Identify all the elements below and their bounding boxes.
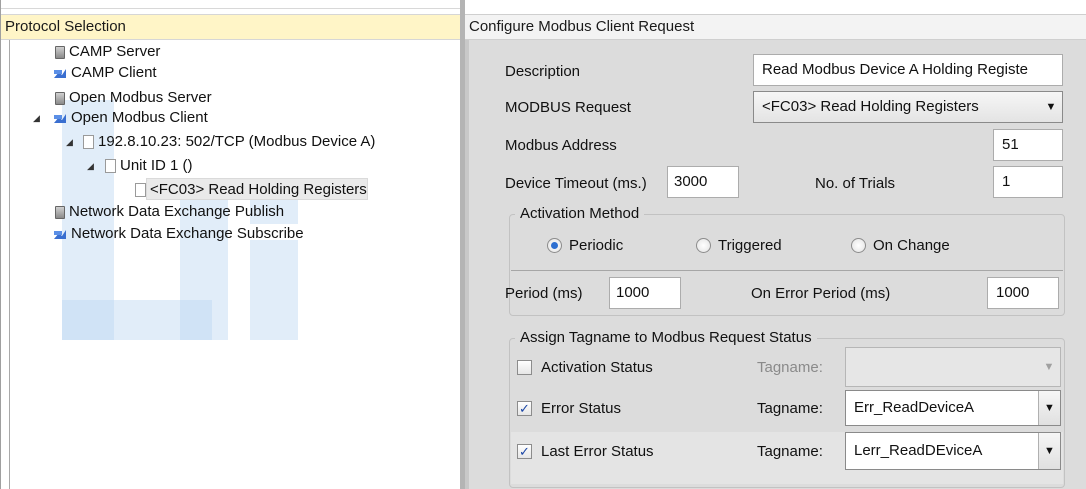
triggered-radio[interactable]: [696, 238, 711, 253]
server-icon: [55, 205, 65, 219]
on-error-period-input[interactable]: 1000: [987, 277, 1059, 309]
on-change-label[interactable]: On Change: [873, 236, 950, 256]
expand-arrow-icon[interactable]: ◢: [66, 132, 76, 152]
protocol-selection-pane: Protocol Selection CAMP Server CAMP Clie…: [0, 0, 460, 489]
tree-item-nde-publish[interactable]: Network Data Exchange Publish: [55, 202, 284, 222]
protocol-selection-header: Protocol Selection: [1, 14, 460, 40]
chevron-down-icon: ▼: [1038, 391, 1060, 425]
tree-item-open-modbus-client[interactable]: Open Modbus Client: [53, 108, 208, 128]
periodic-radio[interactable]: [547, 238, 562, 253]
activation-method-title: Activation Method: [515, 204, 645, 224]
last-error-status-label[interactable]: Last Error Status: [541, 442, 654, 462]
tree-item-label: Unit ID 1 (): [120, 157, 193, 174]
tree-item-fc03-read-holding-registers[interactable]: <FC03> Read Holding Registers: [135, 180, 367, 200]
activation-status-tagname-select: ▼: [845, 347, 1061, 387]
trials-input[interactable]: 1: [993, 166, 1063, 198]
tagname-label: Tagname:: [757, 359, 823, 376]
last-error-status-tagname-select[interactable]: Lerr_ReadDEviceA ▼: [845, 432, 1061, 470]
config-form: Description Read Modbus Device A Holding…: [465, 40, 1086, 489]
tree-item-label: Open Modbus Server: [69, 89, 212, 106]
document-icon: [83, 135, 94, 150]
configure-pane: Configure Modbus Client Request Descript…: [460, 0, 1086, 489]
tree-item-camp-client[interactable]: CAMP Client: [53, 63, 157, 83]
client-icon: [54, 114, 66, 124]
server-icon: [55, 45, 65, 59]
tree-item-label: CAMP Server: [69, 43, 161, 60]
periodic-label[interactable]: Periodic: [569, 236, 623, 256]
document-icon: [105, 159, 116, 174]
tree-item-label: Network Data Exchange Subscribe: [71, 225, 304, 242]
tree-item-unit-id[interactable]: Unit ID 1 (): [105, 156, 193, 176]
triggered-label[interactable]: Triggered: [718, 236, 782, 256]
tree-item-label: Network Data Exchange Publish: [69, 203, 285, 220]
last-error-status-tagname-value: Lerr_ReadDEviceA: [854, 442, 983, 459]
modbus-request-select[interactable]: <FC03> Read Holding Registers ▼: [753, 91, 1063, 123]
period-input[interactable]: 1000: [609, 277, 681, 309]
tree-item-label: Open Modbus Client: [71, 109, 208, 126]
device-timeout-input[interactable]: 3000: [667, 166, 739, 198]
activation-status-label[interactable]: Activation Status: [541, 358, 653, 378]
trials-label: No. of Trials: [815, 175, 896, 192]
tagname-label: Tagname:: [757, 400, 823, 417]
tree-item-open-modbus-server[interactable]: Open Modbus Server: [55, 88, 212, 108]
document-icon: [135, 183, 146, 198]
configure-header: Configure Modbus Client Request: [465, 14, 1086, 40]
error-status-checkbox[interactable]: ✓: [517, 401, 532, 416]
watermark-logo-col-3: [250, 240, 298, 340]
modbus-address-input[interactable]: 51: [993, 129, 1063, 161]
tree-item-label: <FC03> Read Holding Registers: [150, 181, 367, 198]
description-label: Description: [505, 63, 581, 80]
client-icon: [54, 230, 66, 240]
chevron-down-icon: ▼: [1038, 433, 1060, 469]
device-timeout-label: Device Timeout (ms.): [505, 175, 647, 192]
modbus-address-label: Modbus Address: [505, 137, 617, 154]
error-status-tagname-select[interactable]: Err_ReadDeviceA ▼: [845, 390, 1061, 426]
tree-item-nde-subscribe[interactable]: Network Data Exchange Subscribe: [53, 224, 304, 244]
chevron-down-icon: ▼: [1045, 101, 1057, 113]
top-strip: [465, 0, 1086, 14]
tree-item-camp-server[interactable]: CAMP Server: [55, 42, 160, 62]
description-input[interactable]: Read Modbus Device A Holding Registe: [753, 54, 1063, 86]
on-change-radio[interactable]: [851, 238, 866, 253]
client-icon: [54, 69, 66, 79]
tagname-label: Tagname:: [757, 443, 823, 460]
on-error-period-label: On Error Period (ms): [751, 285, 891, 302]
last-error-status-checkbox[interactable]: ✓: [517, 444, 532, 459]
tree-item-device-a[interactable]: 192.8.10.23: 502/TCP (Modbus Device A): [83, 132, 375, 152]
modbus-request-value: <FC03> Read Holding Registers: [762, 98, 979, 115]
error-status-tagname-value: Err_ReadDeviceA: [854, 399, 975, 416]
tree-item-label: 192.8.10.23: 502/TCP (Modbus Device A): [98, 133, 376, 150]
error-status-label[interactable]: Error Status: [541, 399, 621, 419]
expand-arrow-icon[interactable]: ◢: [33, 108, 43, 128]
expand-arrow-icon[interactable]: ◢: [87, 156, 97, 176]
period-label: Period (ms): [505, 285, 583, 302]
chevron-down-icon: ▼: [1043, 361, 1055, 373]
assign-tagname-title: Assign Tagname to Modbus Request Status: [515, 328, 817, 348]
server-icon: [55, 91, 65, 105]
activation-status-checkbox[interactable]: [517, 360, 532, 375]
activation-divider: [511, 270, 1063, 271]
modbus-request-label: MODBUS Request: [505, 99, 631, 116]
tree-item-label: CAMP Client: [71, 64, 157, 81]
top-strip: [1, 0, 460, 9]
